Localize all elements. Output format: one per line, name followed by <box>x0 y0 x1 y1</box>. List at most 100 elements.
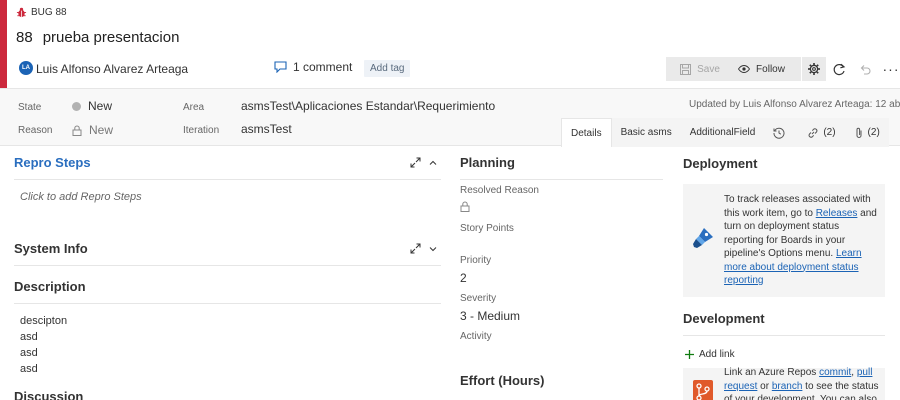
tab-basic-asms-label: Basic asms <box>620 127 672 138</box>
state-value: New <box>88 99 113 113</box>
work-item-header: BUG 88 88 prueba presentacion LA Luis Alf… <box>0 0 900 88</box>
tab-history[interactable] <box>764 118 799 147</box>
planning-column: Planning Resolved Reason Story Points Pr… <box>460 146 663 388</box>
tab-details[interactable]: Details <box>561 118 612 147</box>
repro-steps-title: Repro Steps <box>14 155 91 170</box>
area-value[interactable]: asmsTest\Aplicaciones Estandar\Requerimi… <box>241 99 495 113</box>
description-line: asd <box>20 331 38 343</box>
reason-field[interactable]: New <box>72 123 113 137</box>
avatar[interactable]: LA <box>19 61 33 75</box>
links-column: Deployment To track releases associated … <box>683 146 885 400</box>
deployment-header: Deployment <box>683 146 885 180</box>
activity-label: Activity <box>460 331 492 342</box>
core-fields: State New Reason New Area asmsTest\Aplic… <box>0 88 900 147</box>
work-item-type: BUG 88 <box>16 7 67 18</box>
save-icon <box>680 63 692 75</box>
iteration-label: Iteration <box>183 125 220 136</box>
comment-icon <box>274 61 287 73</box>
priority-value: 2 <box>460 271 467 285</box>
tab-links-count: (2) <box>823 127 836 138</box>
priority-label: Priority <box>460 255 492 266</box>
chevron-down-icon[interactable] <box>429 246 437 252</box>
releases-link[interactable]: Releases <box>816 208 858 219</box>
reason-label: Reason <box>18 125 53 136</box>
updated-by: Updated by Luis Alfonso Alvarez Arteaga:… <box>689 99 900 110</box>
comments-link[interactable]: 1 comment <box>274 60 352 74</box>
state-field[interactable]: New <box>72 99 112 113</box>
deployment-text: To track releases associated with this w… <box>724 193 880 288</box>
rocket-icon <box>693 228 713 248</box>
more-actions-button[interactable]: ··· <box>882 60 900 78</box>
work-item-type-label: BUG 88 <box>31 7 67 18</box>
development-sep-2: or <box>757 380 772 392</box>
development-text-1: Link an Azure Repos <box>724 367 820 378</box>
severity-label: Severity <box>460 293 497 304</box>
development-title: Development <box>683 311 765 326</box>
gear-icon <box>808 63 820 75</box>
area-label: Area <box>183 102 205 113</box>
system-info-header[interactable]: System Info <box>14 232 441 266</box>
undo-button[interactable] <box>856 60 874 78</box>
add-link-label: Add link <box>699 348 735 360</box>
tab-details-label: Details <box>571 127 602 139</box>
eye-icon <box>738 65 751 73</box>
development-info: Link an Azure Repos commit, pull request… <box>683 366 885 400</box>
expand-icon[interactable] <box>410 157 421 168</box>
chevron-up-icon[interactable] <box>429 160 437 166</box>
iteration-value[interactable]: asmsTest <box>241 122 292 136</box>
details-column-main: Repro Steps Click to add Repro Steps Sys… <box>14 146 441 400</box>
commit-link[interactable]: commit <box>819 367 851 378</box>
tab-basic-asms[interactable]: Basic asms <box>611 118 681 147</box>
work-item-meta: LA Luis Alfonso Alvarez Arteaga 1 commen… <box>16 57 900 82</box>
priority-field[interactable]: Priority 2 <box>460 255 663 285</box>
comments-count: 1 comment <box>293 60 353 74</box>
repro-steps-header[interactable]: Repro Steps <box>14 146 441 180</box>
assignee-name[interactable]: Luis Alfonso Alvarez Arteaga <box>36 62 188 76</box>
planning-header: Planning <box>460 146 663 180</box>
tab-attachments[interactable]: (2) <box>844 118 889 147</box>
state-label: State <box>18 102 42 113</box>
state-dot-icon <box>72 101 81 111</box>
refresh-button[interactable] <box>830 60 848 78</box>
deployment-title: Deployment <box>683 155 758 171</box>
expand-icon[interactable] <box>410 243 421 254</box>
severity-value: 3 - Medium <box>460 309 521 323</box>
development-header: Development <box>683 302 885 336</box>
story-points-field[interactable]: Story Points <box>460 215 663 255</box>
add-link-button[interactable]: Add link <box>683 336 885 362</box>
system-info-title: System Info <box>14 241 88 256</box>
bug-accent-bar <box>0 0 7 88</box>
repro-steps-placeholder[interactable]: Click to add Repro Steps <box>14 180 441 214</box>
reason-value: New <box>89 123 114 137</box>
description-body[interactable]: descipton asd asd asd <box>14 304 441 377</box>
work-item-title[interactable]: 88 prueba presentacion <box>16 29 179 46</box>
repo-icon <box>693 380 713 400</box>
link-icon <box>808 127 818 138</box>
bug-icon <box>16 7 27 18</box>
refresh-icon <box>833 63 845 75</box>
lock-icon <box>72 125 82 136</box>
description-line: asd <box>20 347 38 359</box>
description-title: Description <box>14 279 86 294</box>
resolved-reason-field[interactable]: Resolved Reason <box>460 180 663 215</box>
tab-attachments-count: (2) <box>867 127 880 138</box>
tab-links[interactable]: (2) <box>798 118 845 147</box>
work-item-title-text[interactable]: prueba presentacion <box>43 29 180 46</box>
history-icon <box>773 127 785 139</box>
activity-field[interactable]: Activity <box>460 323 663 342</box>
branch-link[interactable]: branch <box>772 381 803 392</box>
description-line: descipton <box>20 315 68 327</box>
tab-additional-field-label: AdditionalField <box>689 127 756 138</box>
follow-button[interactable]: Follow <box>722 57 801 81</box>
severity-field[interactable]: Severity 3 - Medium <box>460 285 663 323</box>
effort-header: Effort (Hours) <box>460 373 545 388</box>
development-text: Link an Azure Repos commit, pull request… <box>724 366 880 400</box>
follow-button-label: Follow <box>756 63 785 75</box>
settings-button[interactable] <box>802 57 826 81</box>
tab-additional-field[interactable]: AdditionalField <box>680 118 765 147</box>
planning-title: Planning <box>460 155 515 170</box>
add-tag-button[interactable]: Add tag <box>364 60 411 77</box>
save-button-label: Save <box>697 63 720 75</box>
lock-icon <box>460 201 470 212</box>
paperclip-icon <box>856 127 862 138</box>
